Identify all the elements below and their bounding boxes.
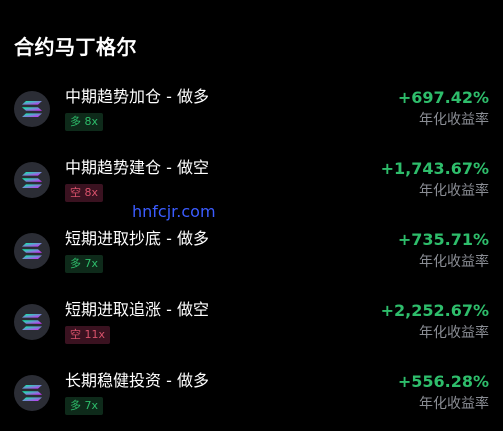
strategy-row[interactable]: 短期进取抄底 - 做多 多 7x +735.71% 年化收益率	[0, 218, 503, 289]
annual-return-label: 年化收益率	[419, 396, 489, 412]
annual-return-value: +735.71%	[397, 230, 489, 249]
annual-return-value: +556.28%	[397, 372, 489, 391]
solana-coin-icon	[14, 375, 50, 411]
section-title: 合约马丁格尔	[14, 35, 137, 59]
strategy-name: 短期进取抄底 - 做多	[65, 229, 209, 248]
solana-coin-icon	[14, 162, 50, 198]
annual-return-value: +697.42%	[397, 88, 489, 107]
watermark-text: hnfcjr.com	[132, 202, 216, 221]
leverage-badge: 空 8x	[65, 184, 104, 202]
leverage-badge: 多 8x	[65, 113, 104, 131]
leverage-badge: 多 7x	[65, 397, 104, 415]
strategy-name: 长期稳健投资 - 做多	[65, 371, 209, 390]
annual-return-value: +2,252.67%	[380, 301, 489, 320]
strategy-row[interactable]: 中期趋势建仓 - 做空 空 8x +1,743.67% 年化收益率	[0, 147, 503, 218]
strategy-list: 中期趋势加仓 - 做多 多 8x +697.42% 年化收益率 中期趋势建仓 -…	[0, 76, 503, 431]
strategy-name: 中期趋势加仓 - 做多	[65, 87, 209, 106]
strategy-name: 中期趋势建仓 - 做空	[65, 158, 209, 177]
strategy-row[interactable]: 中期趋势加仓 - 做多 多 8x +697.42% 年化收益率	[0, 76, 503, 147]
solana-coin-icon	[14, 91, 50, 127]
solana-coin-icon	[14, 233, 50, 269]
annual-return-label: 年化收益率	[419, 325, 489, 341]
leverage-badge: 空 11x	[65, 326, 111, 344]
strategy-name: 短期进取追涨 - 做空	[65, 300, 209, 319]
leverage-badge: 多 7x	[65, 255, 104, 273]
annual-return-label: 年化收益率	[419, 254, 489, 270]
solana-coin-icon	[14, 304, 50, 340]
annual-return-label: 年化收益率	[419, 183, 489, 199]
strategy-row[interactable]: 长期稳健投资 - 做多 多 7x +556.28% 年化收益率	[0, 360, 503, 431]
annual-return-label: 年化收益率	[419, 112, 489, 128]
strategy-row[interactable]: 短期进取追涨 - 做空 空 11x +2,252.67% 年化收益率	[0, 289, 503, 360]
annual-return-value: +1,743.67%	[380, 159, 489, 178]
